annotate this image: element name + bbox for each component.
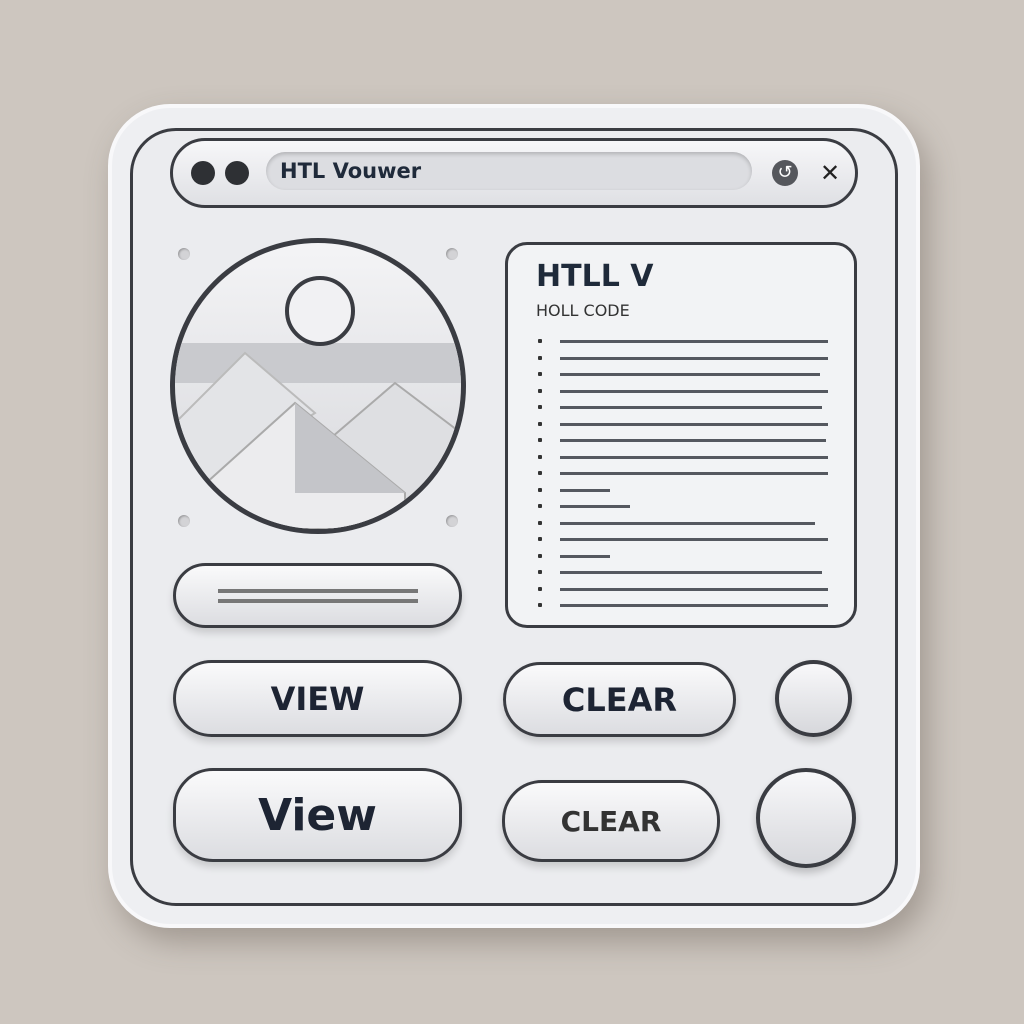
code-line xyxy=(560,488,610,492)
line-marker xyxy=(538,454,542,459)
view-button-label: VIEW xyxy=(270,679,365,718)
code-line xyxy=(560,439,826,442)
code-line xyxy=(560,422,828,426)
code-line xyxy=(560,538,828,541)
code-line xyxy=(560,356,828,360)
code-panel-heading: HTLL V xyxy=(536,259,654,294)
window-title-field[interactable]: HTL Vouwer xyxy=(266,152,752,190)
code-line xyxy=(560,505,630,508)
code-line xyxy=(560,587,828,591)
line-marker xyxy=(538,438,542,442)
pin-icon xyxy=(178,248,190,260)
view-button[interactable]: VIEW xyxy=(173,660,462,737)
line-marker xyxy=(538,388,542,393)
window-dot-icon[interactable] xyxy=(191,161,215,185)
code-line xyxy=(560,340,828,343)
clear-button-label: CLEAR xyxy=(561,680,678,719)
refresh-icon[interactable]: ↺ xyxy=(772,160,798,186)
code-line xyxy=(560,406,822,409)
clear-large-button-label: CLEAR xyxy=(560,804,662,838)
code-line xyxy=(560,472,828,475)
code-line xyxy=(560,521,815,525)
line-marker xyxy=(538,603,542,607)
line-marker xyxy=(538,355,542,360)
slider-track[interactable] xyxy=(173,563,462,628)
toggle-button[interactable] xyxy=(775,660,852,737)
clear-button[interactable]: CLEAR xyxy=(503,662,736,737)
pin-icon xyxy=(178,515,190,527)
line-marker xyxy=(538,504,542,508)
landscape-icon xyxy=(175,276,461,529)
image-preview xyxy=(170,238,466,534)
view-large-button-label: View xyxy=(258,789,377,841)
view-large-button[interactable]: View xyxy=(173,768,462,862)
pin-icon xyxy=(446,515,458,527)
line-marker xyxy=(538,570,542,574)
window-dot-icon[interactable] xyxy=(225,161,249,185)
line-marker xyxy=(538,553,542,558)
close-icon[interactable]: ✕ xyxy=(817,160,843,186)
line-marker xyxy=(538,537,542,541)
clear-large-button[interactable]: CLEAR xyxy=(502,780,720,862)
code-line xyxy=(560,604,828,607)
line-marker xyxy=(538,339,542,343)
pin-icon xyxy=(446,248,458,260)
code-line xyxy=(560,455,828,459)
code-panel-subheading: HOLL CODE xyxy=(536,301,630,320)
code-line xyxy=(560,571,822,574)
code-line xyxy=(560,554,610,558)
line-marker xyxy=(538,520,542,525)
line-marker xyxy=(538,471,542,475)
line-marker xyxy=(538,372,542,376)
line-marker xyxy=(538,405,542,409)
line-marker xyxy=(538,586,542,591)
line-marker xyxy=(538,487,542,492)
code-line xyxy=(560,373,820,376)
code-line xyxy=(560,389,828,393)
line-marker xyxy=(538,421,542,426)
round-action-button[interactable] xyxy=(756,768,856,868)
